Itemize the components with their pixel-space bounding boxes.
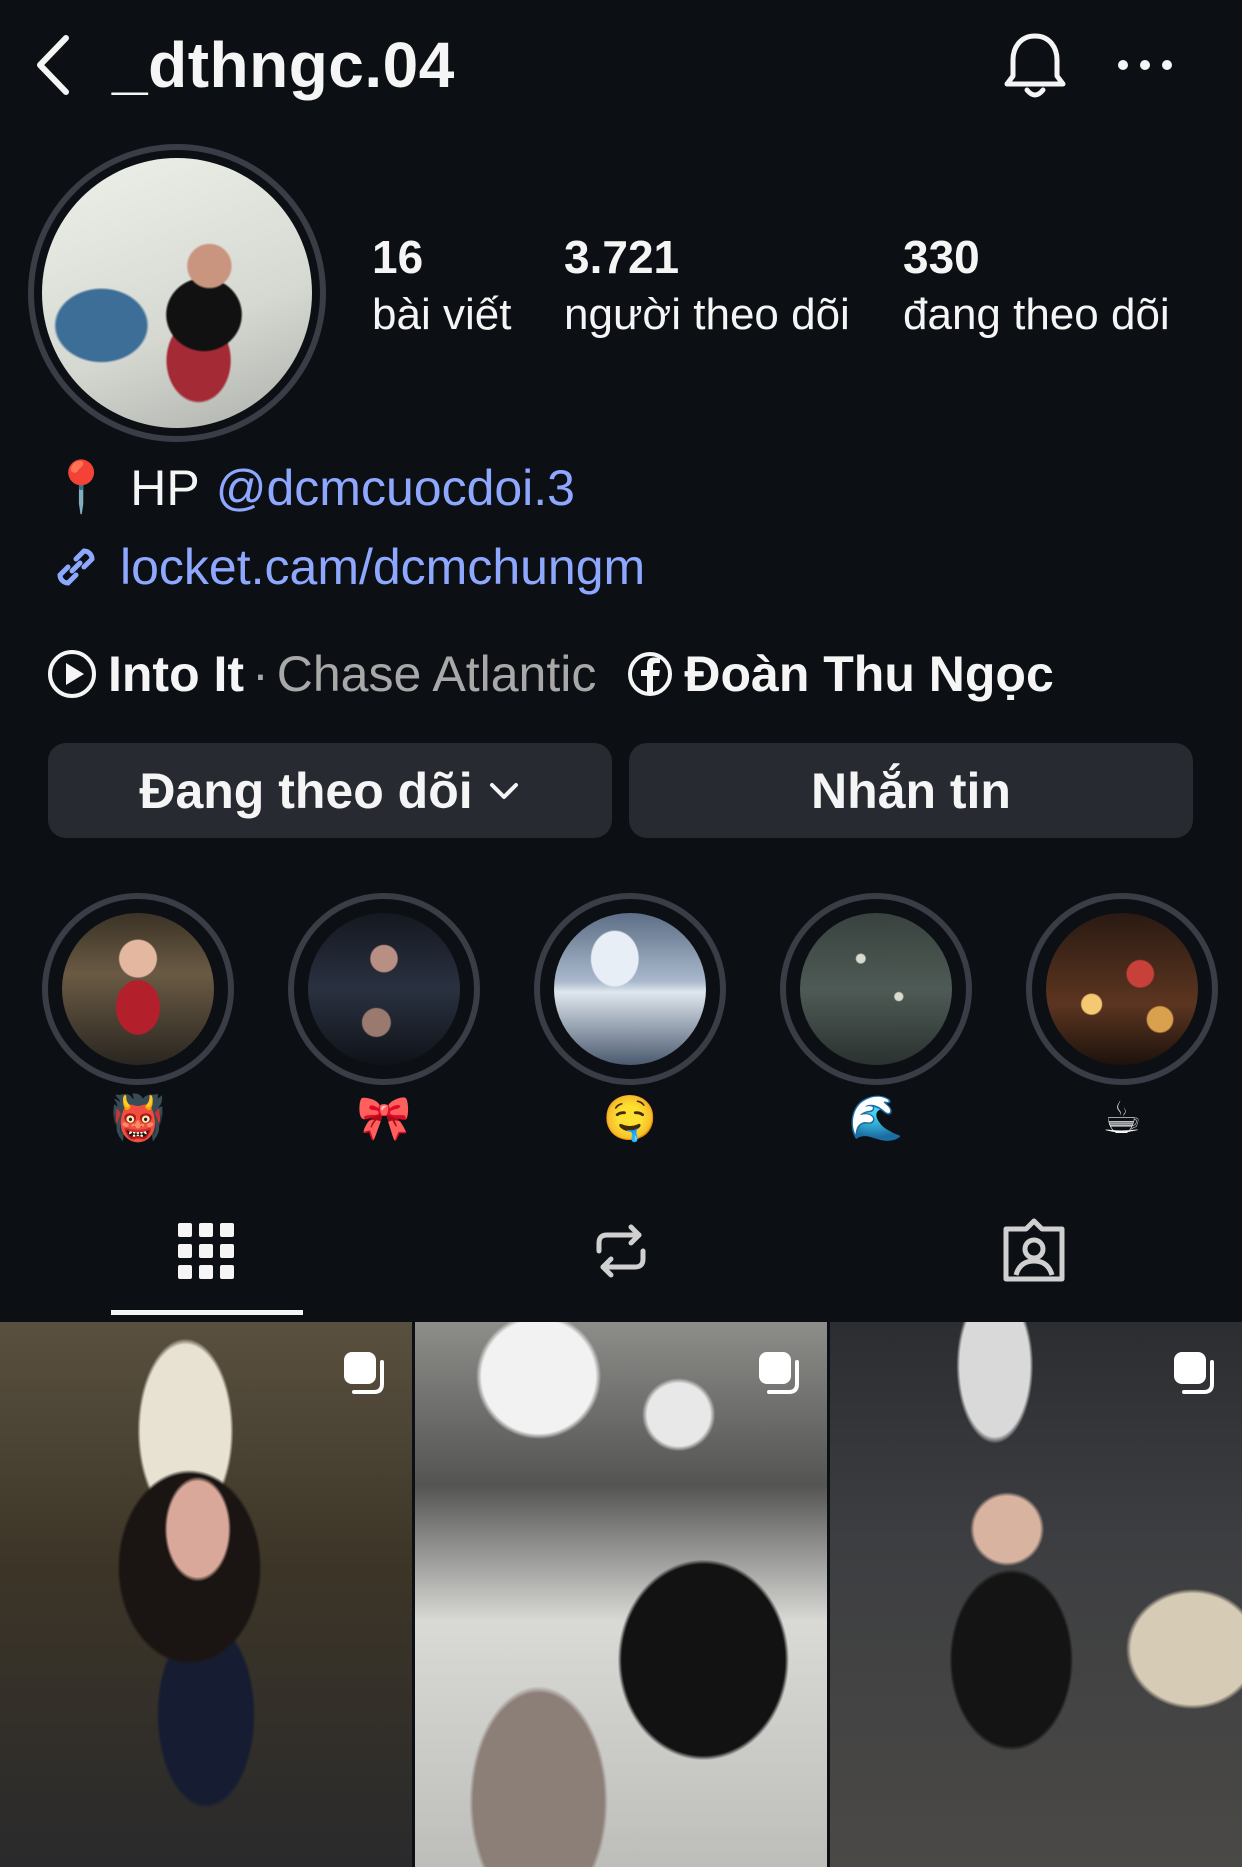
- notification-bell-icon[interactable]: [1000, 30, 1070, 102]
- back-arrow-icon[interactable]: [30, 30, 80, 100]
- bio-location-line: 📍 HP @dcmcuocdoi.3: [50, 458, 575, 517]
- carousel-icon: [759, 1352, 799, 1394]
- stat-following[interactable]: 330 đang theo dõi: [903, 230, 1170, 340]
- music-play-icon[interactable]: [46, 648, 98, 700]
- story-highlight[interactable]: 🌊: [780, 893, 972, 1147]
- post-thumbnail[interactable]: [0, 1322, 412, 1867]
- location-pin-icon: 📍: [50, 459, 113, 515]
- grid-icon[interactable]: [170, 1215, 242, 1287]
- message-button[interactable]: Nhắn tin: [629, 743, 1193, 838]
- post-thumbnail[interactable]: [415, 1322, 827, 1867]
- posts-count: 16: [372, 231, 424, 283]
- highlight-label: 👹: [110, 1094, 166, 1143]
- bio-mention-link[interactable]: @dcmcuocdoi.3: [216, 459, 575, 517]
- profile-page: _dthngc.04 16 bài viết 3.721 người theo …: [0, 0, 1242, 1867]
- highlight-ring: [288, 893, 480, 1085]
- highlight-cover: [800, 913, 952, 1065]
- following-label: đang theo dõi: [903, 290, 1170, 339]
- carousel-icon: [1174, 1352, 1214, 1394]
- music-song-title[interactable]: Into It: [108, 645, 244, 703]
- highlight-cover: [62, 913, 214, 1065]
- highlight-cover: [1046, 913, 1198, 1065]
- followers-label: người theo dõi: [564, 290, 850, 339]
- highlight-label: 🌊: [848, 1094, 904, 1143]
- music-artist[interactable]: Chase Atlantic: [277, 645, 597, 703]
- posts-label: bài viết: [372, 290, 512, 339]
- following-count: 330: [903, 231, 980, 283]
- following-dropdown-button[interactable]: Đang theo dõi: [48, 743, 612, 838]
- facebook-icon[interactable]: [626, 650, 674, 698]
- music-separator: ·: [252, 646, 269, 702]
- story-highlight[interactable]: 🤤: [534, 893, 726, 1147]
- bio-link-text[interactable]: locket.cam/dcmchungm: [120, 538, 645, 596]
- followers-count: 3.721: [564, 231, 680, 283]
- highlight-ring: [534, 893, 726, 1085]
- bio-location: HP: [130, 459, 200, 516]
- chevron-down-icon: [489, 782, 518, 799]
- highlight-ring: [1026, 893, 1218, 1085]
- profile-meta-line: Into It · Chase Atlantic Đoàn Thu Ngọc: [46, 645, 1054, 703]
- more-options-icon[interactable]: [1115, 50, 1175, 80]
- highlight-label: 🤤: [602, 1094, 658, 1143]
- highlight-label: ☕: [1102, 1094, 1142, 1143]
- message-button-label: Nhắn tin: [811, 762, 1011, 819]
- following-button-label: Đang theo dõi: [139, 762, 473, 819]
- highlight-ring: [780, 893, 972, 1085]
- avatar[interactable]: [42, 158, 312, 428]
- highlight-cover: [554, 913, 706, 1065]
- highlight-ring: [42, 893, 234, 1085]
- post-thumbnail[interactable]: [830, 1322, 1242, 1867]
- repost-icon[interactable]: [585, 1215, 657, 1287]
- story-highlight[interactable]: 🎀: [288, 893, 480, 1147]
- stat-followers[interactable]: 3.721 người theo dõi: [564, 230, 850, 340]
- tagged-icon[interactable]: [998, 1215, 1070, 1287]
- highlight-cover: [308, 913, 460, 1065]
- active-tab-indicator: [111, 1310, 303, 1315]
- facebook-profile-name[interactable]: Đoàn Thu Ngọc: [684, 645, 1053, 703]
- story-highlight[interactable]: 👹: [42, 893, 234, 1147]
- bio-link-line[interactable]: locket.cam/dcmchungm: [48, 538, 645, 596]
- link-icon: [57, 548, 95, 586]
- highlight-label: 🎀: [356, 1094, 412, 1143]
- story-highlight[interactable]: ☕: [1026, 893, 1218, 1147]
- profile-username: _dthngc.04: [112, 29, 455, 101]
- stat-posts[interactable]: 16 bài viết: [372, 230, 511, 340]
- carousel-icon: [344, 1352, 384, 1394]
- profile-header: _dthngc.04: [0, 0, 1242, 130]
